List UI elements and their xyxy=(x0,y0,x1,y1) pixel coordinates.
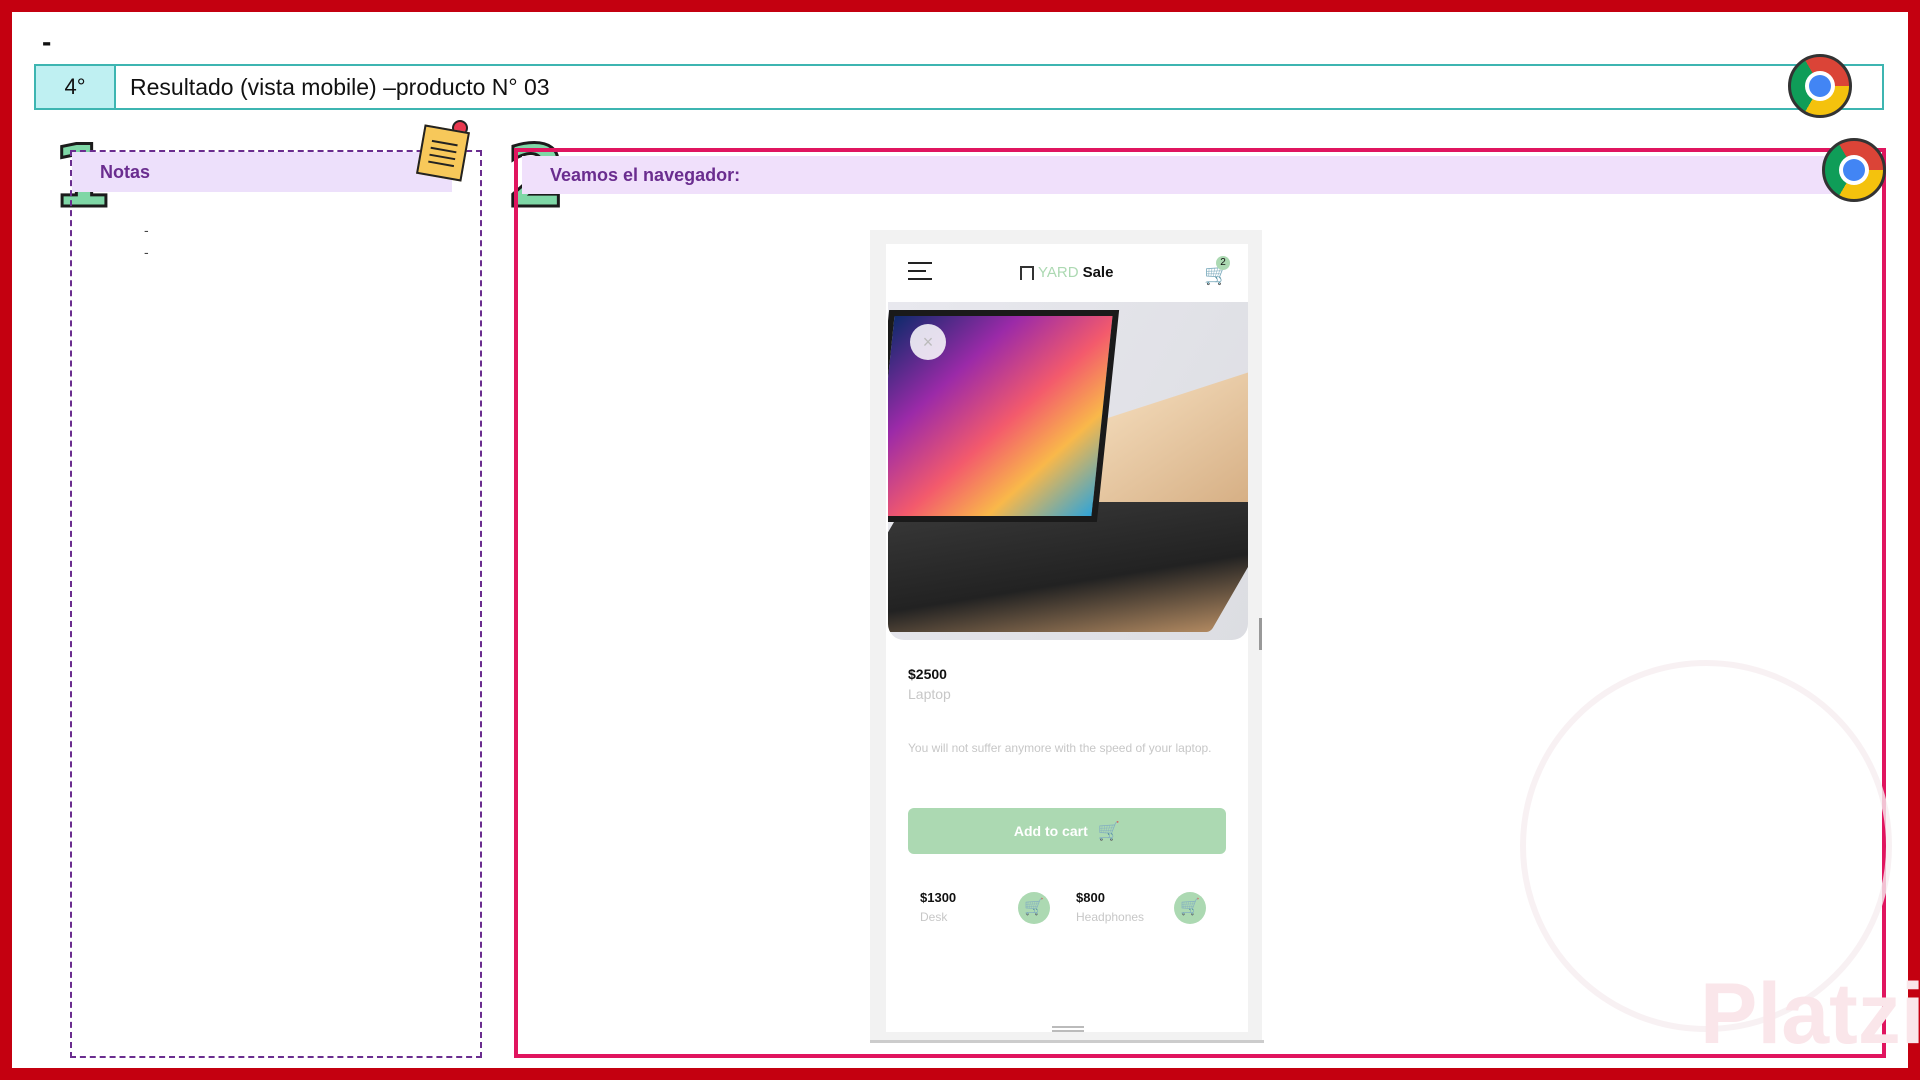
note-line-1: - xyxy=(144,222,149,238)
cart-count-badge: 2 xyxy=(1216,256,1230,270)
related-name: Headphones xyxy=(1076,910,1145,924)
platzi-watermark: Platzi xyxy=(1700,966,1920,1062)
logo-icon xyxy=(1020,265,1034,280)
add-cart-icon[interactable]: 🛒 xyxy=(1018,892,1050,924)
top-dash: - xyxy=(42,26,52,57)
product-image: × xyxy=(888,302,1248,640)
chrome-icon xyxy=(1788,54,1852,118)
sticky-note-icon xyxy=(416,124,470,182)
related-name: Desk xyxy=(920,910,948,924)
device-bottom-bar xyxy=(870,1040,1264,1043)
related-price: $1300 xyxy=(920,890,957,905)
scrollbar[interactable] xyxy=(1259,618,1262,650)
add-to-cart-label: Add to cart xyxy=(1013,823,1088,839)
close-icon[interactable]: × xyxy=(910,324,946,360)
note-line-2: - xyxy=(144,244,149,260)
notes-panel xyxy=(70,150,482,1058)
app-logo[interactable]: YARD Sale xyxy=(1020,264,1113,281)
related-product[interactable]: $1300 Desk 🛒 xyxy=(920,890,1060,930)
page-title: Resultado (vista mobile) –producto N° 03 xyxy=(130,73,550,100)
related-price: $800 xyxy=(1076,890,1105,905)
related-product[interactable]: $800 Headphones 🛒 xyxy=(1076,890,1216,930)
add-cart-icon: 🛒 xyxy=(1097,820,1121,841)
product-name: Laptop xyxy=(908,686,951,702)
step-number: 4° xyxy=(36,66,116,108)
logo-yard: YARD xyxy=(1038,264,1079,281)
menu-icon[interactable] xyxy=(908,262,932,280)
add-to-cart-button[interactable]: Add to cart 🛒 xyxy=(908,808,1226,854)
section-header: 4° Resultado (vista mobile) –producto N°… xyxy=(34,64,1884,110)
browser-heading: Veamos el navegador: xyxy=(522,156,1846,194)
mobile-viewport: YARD Sale 🛒 2 × $2500 Laptop You will no… xyxy=(886,244,1248,1032)
resize-handle[interactable] xyxy=(1052,1026,1084,1032)
product-price: $2500 xyxy=(908,666,947,682)
add-cart-icon[interactable]: 🛒 xyxy=(1174,892,1206,924)
chrome-icon xyxy=(1822,138,1886,202)
app-navbar: YARD Sale 🛒 2 xyxy=(886,244,1248,300)
logo-sale: Sale xyxy=(1082,264,1114,281)
notes-heading: Notas xyxy=(72,152,452,192)
product-description: You will not suffer anymore with the spe… xyxy=(908,741,1212,755)
